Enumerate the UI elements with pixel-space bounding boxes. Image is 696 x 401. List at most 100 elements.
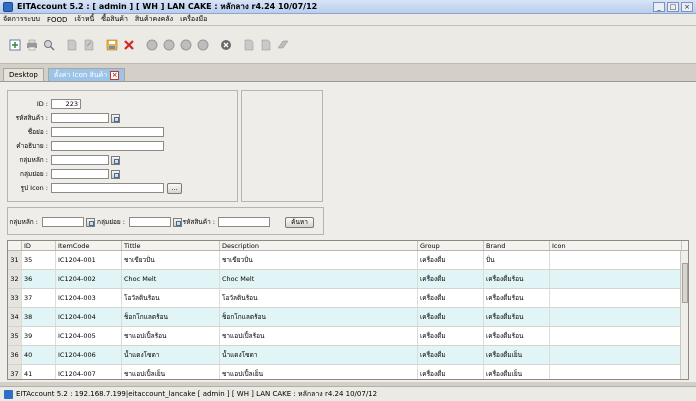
menu-inventory[interactable]: สินค้าคงคลัง	[135, 14, 173, 25]
menu-purchase[interactable]: ซื้อสินค้า	[101, 14, 128, 25]
scrollbar-thumb[interactable]	[682, 263, 688, 303]
table-row[interactable]: 36 40 IC1204-006 น้ำแดงโซดา น้ำแดงโซดา เครื่อ…	[8, 346, 688, 365]
menu-food[interactable]: FOOD	[47, 16, 67, 24]
title-cell: ช็อกโกแลตร้อน	[122, 308, 220, 326]
title-bar: EITAccount 5.2 : [ admin ] [ WH ] LAN CA…	[0, 0, 696, 14]
col-brand[interactable]: Brand	[484, 241, 550, 250]
description-cell: ชาแอปเปิ้ลเย็น	[220, 365, 418, 379]
document-edit-button[interactable]	[82, 38, 96, 52]
tab-desktop[interactable]: Desktop	[3, 68, 44, 81]
filter-sub-group-picker-icon[interactable]	[173, 217, 182, 227]
save-button[interactable]	[105, 38, 119, 52]
eraser-icon	[277, 40, 289, 48]
main-group-picker-icon[interactable]	[111, 155, 120, 165]
close-tab-icon[interactable]: ×	[110, 70, 120, 80]
minimize-icon[interactable]: _	[653, 1, 665, 12]
document-icon	[244, 39, 254, 50]
app-icon	[3, 1, 13, 12]
menu-tools[interactable]: เครื่องมือ	[180, 14, 207, 25]
group-cell: เครื่องดื่ม	[418, 270, 484, 288]
status-app-icon	[4, 389, 13, 399]
document-icon	[67, 39, 77, 50]
preview-button[interactable]	[42, 38, 56, 52]
report-detail-button[interactable]	[259, 38, 273, 52]
next-record-button[interactable]	[179, 38, 193, 52]
filter-item-code-label: รหัสสินค้า :	[182, 218, 215, 226]
document-icon	[84, 39, 94, 50]
item-code-cell: IC1204-006	[56, 346, 122, 364]
save-icon	[106, 39, 118, 50]
search-button[interactable]: ค้นหา	[285, 216, 314, 228]
brand-cell: ปั่น	[484, 251, 550, 269]
last-record-button[interactable]	[196, 38, 210, 52]
group-cell: เครื่องดื่ม	[418, 289, 484, 307]
description-cell: ช็อกโกแลตร้อน	[220, 308, 418, 326]
table-row[interactable]: 37 41 IC1204-007 ชาแอปเปิ้ลเย็น ชาแอปเปิ้ลเย…	[8, 365, 688, 379]
description-field[interactable]	[51, 141, 164, 151]
row-number-cell: 31	[8, 251, 22, 269]
id-field[interactable]: 223	[51, 99, 81, 109]
maximize-icon[interactable]: □	[667, 1, 679, 12]
close-icon[interactable]: ×	[681, 1, 693, 12]
filter-main-group-picker-icon[interactable]	[86, 217, 95, 227]
short-name-field[interactable]	[51, 127, 164, 137]
id-cell: 37	[22, 289, 56, 307]
filter-item-code-field[interactable]	[218, 217, 270, 227]
table-row[interactable]: 35 39 IC1204-005 ชาแอปเปิ้ลร้อน ชาแอปเปิ้ลร้…	[8, 327, 688, 346]
sub-group-field[interactable]	[51, 169, 109, 179]
print-icon	[27, 39, 37, 50]
first-record-button[interactable]	[145, 38, 159, 52]
window-title: EITAccount 5.2 : [ admin ] [ WH ] LAN CA…	[17, 2, 318, 11]
exit-button[interactable]	[219, 38, 233, 52]
id-cell: 39	[22, 327, 56, 345]
main-group-field[interactable]	[51, 155, 109, 165]
circle-icon	[180, 39, 192, 50]
col-icon[interactable]: Icon	[550, 241, 682, 250]
filter-main-group-field[interactable]	[42, 217, 84, 227]
menu-payable[interactable]: เจ้าหนี้	[74, 14, 94, 25]
col-description[interactable]: Description	[220, 241, 418, 250]
icon-cell	[550, 308, 682, 326]
col-id[interactable]: ID	[22, 241, 56, 250]
menu-system[interactable]: จัดการระบบ	[3, 14, 40, 25]
row-number-cell: 35	[8, 327, 22, 345]
table-row[interactable]: 33 37 IC1204-003 โอวัลตินร้อน โอวัลตินร้อน เค…	[8, 289, 688, 308]
item-code-picker-icon[interactable]	[111, 113, 120, 123]
delete-button[interactable]	[122, 38, 136, 52]
filter-panel: กลุ่มหลัก : กลุ่มย่อย : รหัสสินค้า : ค้น…	[7, 207, 324, 235]
description-cell: ชาแอปเปิ้ลร้อน	[220, 327, 418, 345]
status-text: EITAccount 5.2 : 192.168.7.199|eitaccoun…	[16, 389, 378, 398]
eraser-button[interactable]	[276, 38, 290, 52]
icon-cell	[550, 270, 682, 288]
group-cell: เครื่องดื่ม	[418, 346, 484, 364]
sub-group-picker-icon[interactable]	[111, 169, 120, 179]
previous-record-button[interactable]	[162, 38, 176, 52]
id-label: ID :	[36, 100, 48, 108]
table-row[interactable]: 31 35 IC1204-001 ชาเขียวปั่น ชาเขียวปั่น เครื…	[8, 251, 688, 270]
items-table[interactable]: ID ItemCode Tittle Description Group Bra…	[7, 240, 689, 380]
new-button[interactable]	[8, 38, 22, 52]
title-cell: ชาแอปเปิ้ลเย็น	[122, 365, 220, 379]
browse-button[interactable]: ...	[167, 182, 182, 194]
col-item-code[interactable]: ItemCode	[56, 241, 122, 250]
vertical-scrollbar[interactable]	[680, 251, 688, 379]
group-cell: เครื่องดื่ม	[418, 251, 484, 269]
filter-sub-group-field[interactable]	[129, 217, 171, 227]
brand-cell: เครื่องดื่มเย็น	[484, 346, 550, 364]
row-number-cell: 32	[8, 270, 22, 288]
id-cell: 41	[22, 365, 56, 379]
table-row[interactable]: 34 38 IC1204-004 ช็อกโกแลตร้อน ช็อกโกแลตร้อน…	[8, 308, 688, 327]
item-code-cell: IC1204-002	[56, 270, 122, 288]
tab-item-icon-settings[interactable]: ตั้งค่า Icon สินค้า ×	[47, 68, 126, 81]
icon-cell	[550, 289, 682, 307]
item-code-field[interactable]	[51, 113, 109, 123]
col-group[interactable]: Group	[418, 241, 484, 250]
report-button[interactable]	[242, 38, 256, 52]
document-button[interactable]	[65, 38, 79, 52]
icon-path-field[interactable]	[51, 183, 164, 193]
col-title[interactable]: Tittle	[122, 241, 220, 250]
icon-image-label: รูป Icon :	[20, 184, 48, 192]
table-row[interactable]: 32 36 IC1204-002 Choc Melt Choc Melt เครื่องด…	[8, 270, 688, 289]
delete-x-icon	[124, 39, 134, 50]
print-button[interactable]	[25, 38, 39, 52]
